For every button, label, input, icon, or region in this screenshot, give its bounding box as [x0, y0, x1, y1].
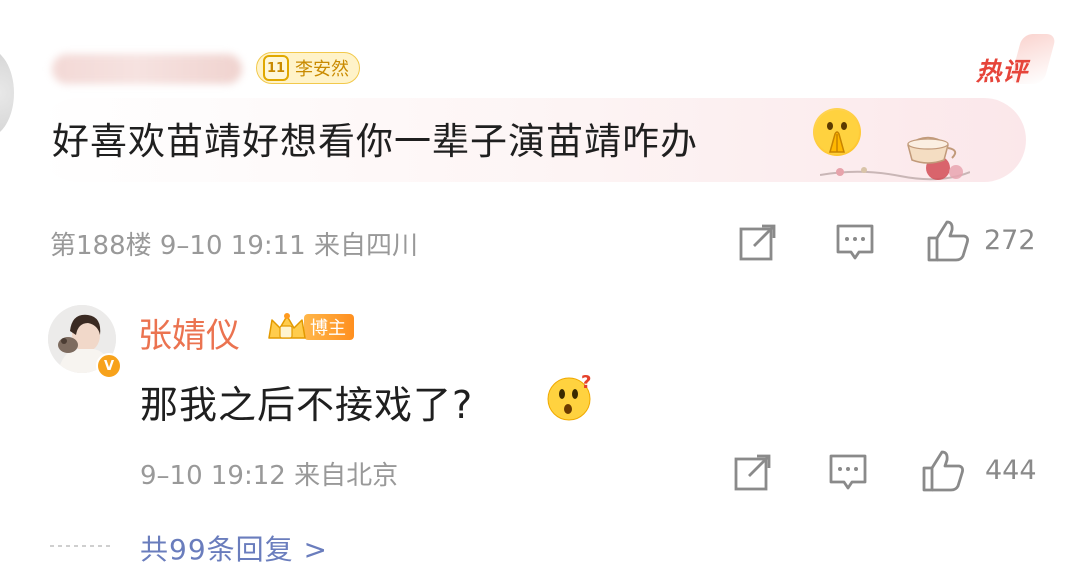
- blogger-name[interactable]: 张婧仪: [138, 308, 240, 357]
- like-icon[interactable]: [920, 448, 966, 498]
- hot-comment-tag: 热评: [976, 57, 1029, 86]
- commenter-avatar[interactable]: [0, 48, 14, 138]
- fan-badge-label: 李安然: [295, 59, 349, 80]
- share-icon[interactable]: [738, 222, 778, 266]
- comment-icon[interactable]: [835, 222, 875, 268]
- blogger-badge: 博主: [266, 313, 354, 341]
- reply-meta: 9–10 19:12 来自北京: [140, 461, 399, 491]
- commenter-name-blurred[interactable]: [52, 54, 242, 84]
- comment-text: 好喜欢苗靖好想看你一辈子演苗靖咋办: [52, 120, 698, 163]
- view-more-replies-link[interactable]: 共99条回复 >: [140, 528, 328, 568]
- svg-text:?: ?: [581, 372, 591, 393]
- divider: [50, 545, 110, 547]
- comment-icon[interactable]: [828, 452, 868, 498]
- like-icon[interactable]: [925, 218, 971, 268]
- fan-badge[interactable]: 11 李安然: [256, 52, 360, 84]
- teacup-decoration-icon: [819, 120, 971, 194]
- verified-icon: V: [96, 353, 122, 379]
- fan-level-icon: 11: [263, 55, 289, 81]
- like-count: 444: [985, 455, 1037, 486]
- reply-text: 那我之后不接戏了?: [140, 383, 474, 427]
- share-icon[interactable]: [733, 452, 773, 496]
- thinking-face-emoji-icon: ?: [545, 372, 595, 422]
- comment-meta: 第188楼 9–10 19:11 来自四川: [50, 231, 418, 261]
- blogger-tag-label: 博主: [304, 314, 354, 340]
- crown-icon: [266, 312, 308, 342]
- like-count: 272: [984, 225, 1036, 256]
